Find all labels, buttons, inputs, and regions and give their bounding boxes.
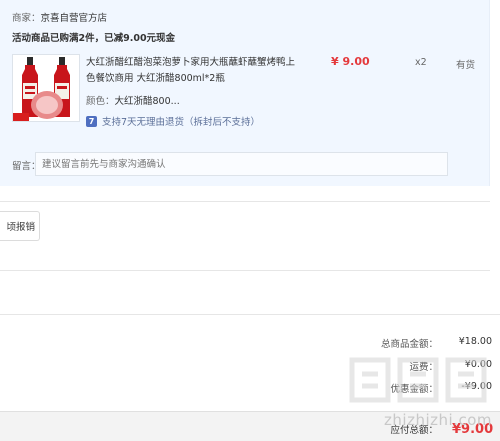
vinegar-bottles-image <box>13 55 79 121</box>
return-policy[interactable]: 7 支持7天无理由退货（拆封后不支持） <box>86 114 260 128</box>
invoice-button[interactable]: 顷报销 <box>0 211 40 241</box>
color-value: 大红浙醋800... <box>114 96 180 107</box>
total-label: 总商品金额： <box>380 339 438 350</box>
return-policy-icon: 7 <box>86 115 97 127</box>
product-thumbnail[interactable] <box>12 54 80 122</box>
stock-status: 有货 <box>456 60 476 71</box>
product-color: 颜色：大红浙醋800... <box>86 93 180 107</box>
note-input[interactable] <box>35 152 448 176</box>
return-policy-text: 支持7天无理由退货（拆封后不支持） <box>102 117 261 128</box>
merchant-name[interactable]: 京喜自营官方店 <box>41 13 108 24</box>
product-title[interactable]: 大红浙醋红醋泡菜泡萝卜家用大瓶蘸虾蘸蟹烤鸭上色餐饮商用 大红浙醋800ml*2瓶 <box>86 55 296 87</box>
summary-total-row: 总商品金额： ¥18.00 <box>381 336 492 350</box>
promotion-text: 活动商品已购满2件，已减9.00元现金 <box>12 33 176 44</box>
watermark-text: zhizhizhi.com <box>384 411 492 429</box>
merchant-label: 商家： <box>12 13 41 24</box>
invoice-button-label: 顷报销 <box>6 222 35 233</box>
divider <box>0 314 500 315</box>
product-price: ¥ 9.00 <box>331 55 370 68</box>
order-item-panel: 商家：京喜自营官方店 活动商品已购满2件，已减9.00元现金 大红浙醋红醋泡菜泡… <box>0 0 490 186</box>
total-value: ¥18.00 <box>458 336 492 347</box>
divider <box>0 201 490 202</box>
merchant-line: 商家：京喜自营官方店 <box>12 10 107 24</box>
color-label: 颜色： <box>86 96 115 107</box>
product-quantity: x2 <box>415 57 427 68</box>
divider <box>0 270 490 271</box>
